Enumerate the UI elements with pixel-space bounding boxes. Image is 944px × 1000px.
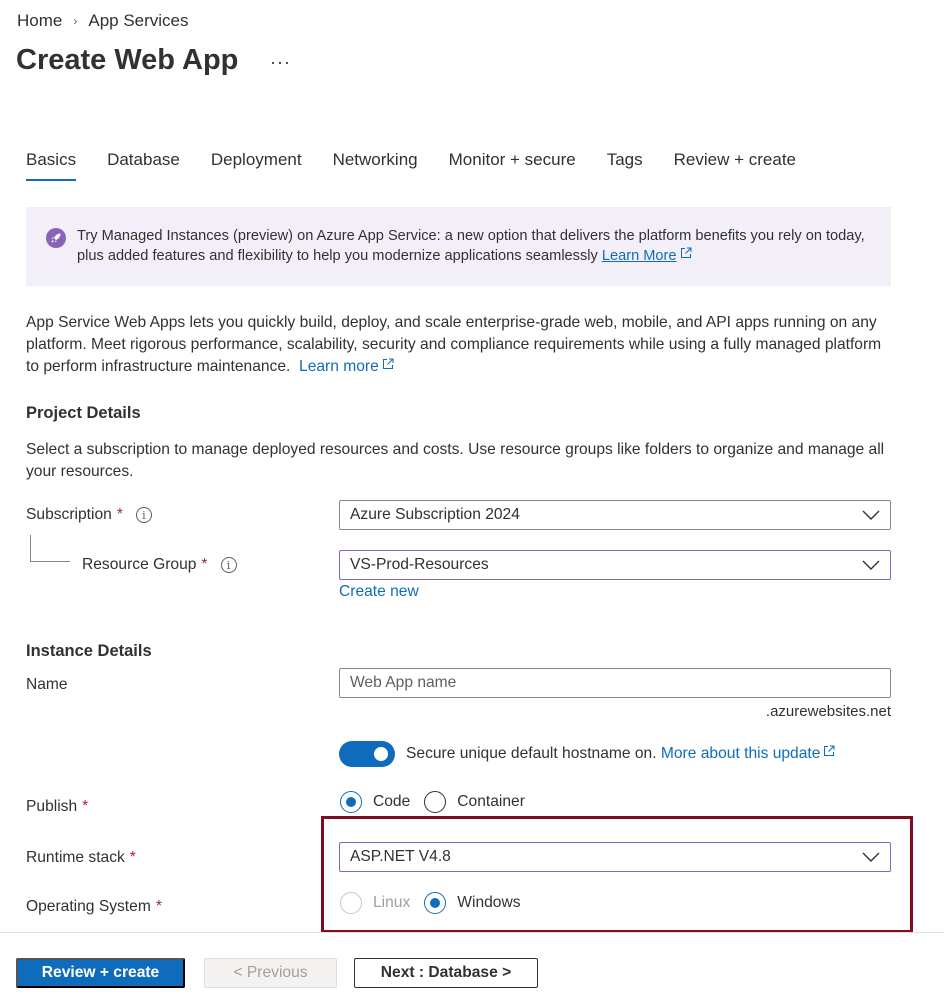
breadcrumb-home[interactable]: Home xyxy=(17,11,62,31)
subscription-label: Subscription * i xyxy=(26,506,152,524)
secure-hostname-text: Secure unique default hostname on. xyxy=(406,745,657,762)
secure-hostname-toggle[interactable] xyxy=(339,741,395,767)
instance-details-title: Instance Details xyxy=(26,642,152,660)
tab-deployment[interactable]: Deployment xyxy=(211,150,302,179)
runtime-stack-label-text: Runtime stack xyxy=(26,849,125,866)
tab-bar: Basics Database Deployment Networking Mo… xyxy=(26,150,827,181)
publish-radio-group: Code Container xyxy=(340,791,539,813)
banner-message: Try Managed Instances (preview) on Azure… xyxy=(77,228,865,264)
next-database-button[interactable]: Next : Database > xyxy=(354,958,538,988)
subscription-value: Azure Subscription 2024 xyxy=(350,506,520,523)
domain-suffix: .azurewebsites.net xyxy=(765,703,891,720)
external-link-icon xyxy=(824,745,835,756)
runtime-stack-value: ASP.NET V4.8 xyxy=(350,848,451,865)
publish-label: Publish * xyxy=(26,798,88,816)
runtime-highlight-box xyxy=(321,816,913,933)
footer-divider xyxy=(0,932,944,933)
operating-system-label: Operating System * xyxy=(26,898,162,916)
chevron-down-icon xyxy=(862,852,880,862)
publish-container-label[interactable]: Container xyxy=(457,793,525,811)
page-title: Create Web App xyxy=(16,44,239,76)
project-details-title: Project Details xyxy=(26,404,141,422)
tab-tags[interactable]: Tags xyxy=(607,150,643,179)
banner-learn-more-link[interactable]: Learn More xyxy=(602,248,677,264)
required-mark: * xyxy=(82,798,89,815)
resource-group-label: Resource Group * i xyxy=(82,556,237,574)
tab-database[interactable]: Database xyxy=(107,150,180,179)
project-details-description: Select a subscription to manage deployed… xyxy=(26,441,885,480)
info-icon[interactable]: i xyxy=(220,557,237,573)
create-new-link[interactable]: Create new xyxy=(339,583,419,601)
os-windows-label[interactable]: Windows xyxy=(457,894,520,912)
chevron-right-icon: › xyxy=(73,14,78,28)
operating-system-label-text: Operating System xyxy=(26,898,151,915)
resource-group-select[interactable]: VS-Prod-Resources xyxy=(339,550,891,580)
chevron-down-icon xyxy=(862,510,880,520)
required-mark: * xyxy=(201,556,208,573)
tree-connector xyxy=(30,535,70,562)
os-linux-radio[interactable] xyxy=(340,892,362,914)
managed-instances-banner: Try Managed Instances (preview) on Azure… xyxy=(26,207,891,286)
chevron-down-icon xyxy=(862,560,880,570)
breadcrumb: Home › App Services xyxy=(17,11,189,31)
name-label: Name xyxy=(26,676,68,693)
more-options-button[interactable]: ··· xyxy=(270,52,291,73)
more-about-update-link[interactable]: More about this update xyxy=(661,745,821,762)
os-radio-group: Linux Windows xyxy=(340,892,535,914)
subscription-select[interactable]: Azure Subscription 2024 xyxy=(339,500,891,530)
tab-review-create[interactable]: Review + create xyxy=(674,150,796,179)
external-link-icon xyxy=(382,358,394,369)
rocket-icon xyxy=(46,228,66,248)
tab-monitor-secure[interactable]: Monitor + secure xyxy=(449,150,576,179)
secure-hostname-label: Secure unique default hostname on. More … xyxy=(406,745,835,763)
tab-networking[interactable]: Networking xyxy=(333,150,418,179)
publish-label-text: Publish xyxy=(26,798,78,815)
publish-container-radio[interactable] xyxy=(424,791,447,813)
breadcrumb-app-services[interactable]: App Services xyxy=(88,11,188,31)
publish-code-label[interactable]: Code xyxy=(373,793,410,811)
required-mark: * xyxy=(116,506,123,523)
required-mark: * xyxy=(155,898,162,915)
intro-text: App Service Web Apps lets you quickly bu… xyxy=(26,312,896,378)
publish-code-radio[interactable] xyxy=(340,791,362,813)
previous-button[interactable]: < Previous xyxy=(204,958,337,988)
runtime-stack-label: Runtime stack * xyxy=(26,849,136,867)
resource-group-label-text: Resource Group xyxy=(82,556,197,573)
required-mark: * xyxy=(129,849,136,866)
intro-learn-more-link[interactable]: Learn more xyxy=(299,358,379,375)
web-app-name-input[interactable] xyxy=(339,668,891,698)
subscription-label-text: Subscription xyxy=(26,506,112,523)
intro-description: App Service Web Apps lets you quickly bu… xyxy=(26,314,882,375)
os-windows-radio[interactable] xyxy=(424,892,447,914)
tab-basics[interactable]: Basics xyxy=(26,150,77,181)
resource-group-value: VS-Prod-Resources xyxy=(350,556,489,573)
os-linux-label[interactable]: Linux xyxy=(373,894,410,912)
runtime-stack-select[interactable]: ASP.NET V4.8 xyxy=(339,842,891,872)
info-icon[interactable]: i xyxy=(135,507,152,523)
external-link-icon xyxy=(680,247,692,258)
banner-text: Try Managed Instances (preview) on Azure… xyxy=(77,227,875,286)
review-create-button[interactable]: Review + create xyxy=(16,958,185,988)
